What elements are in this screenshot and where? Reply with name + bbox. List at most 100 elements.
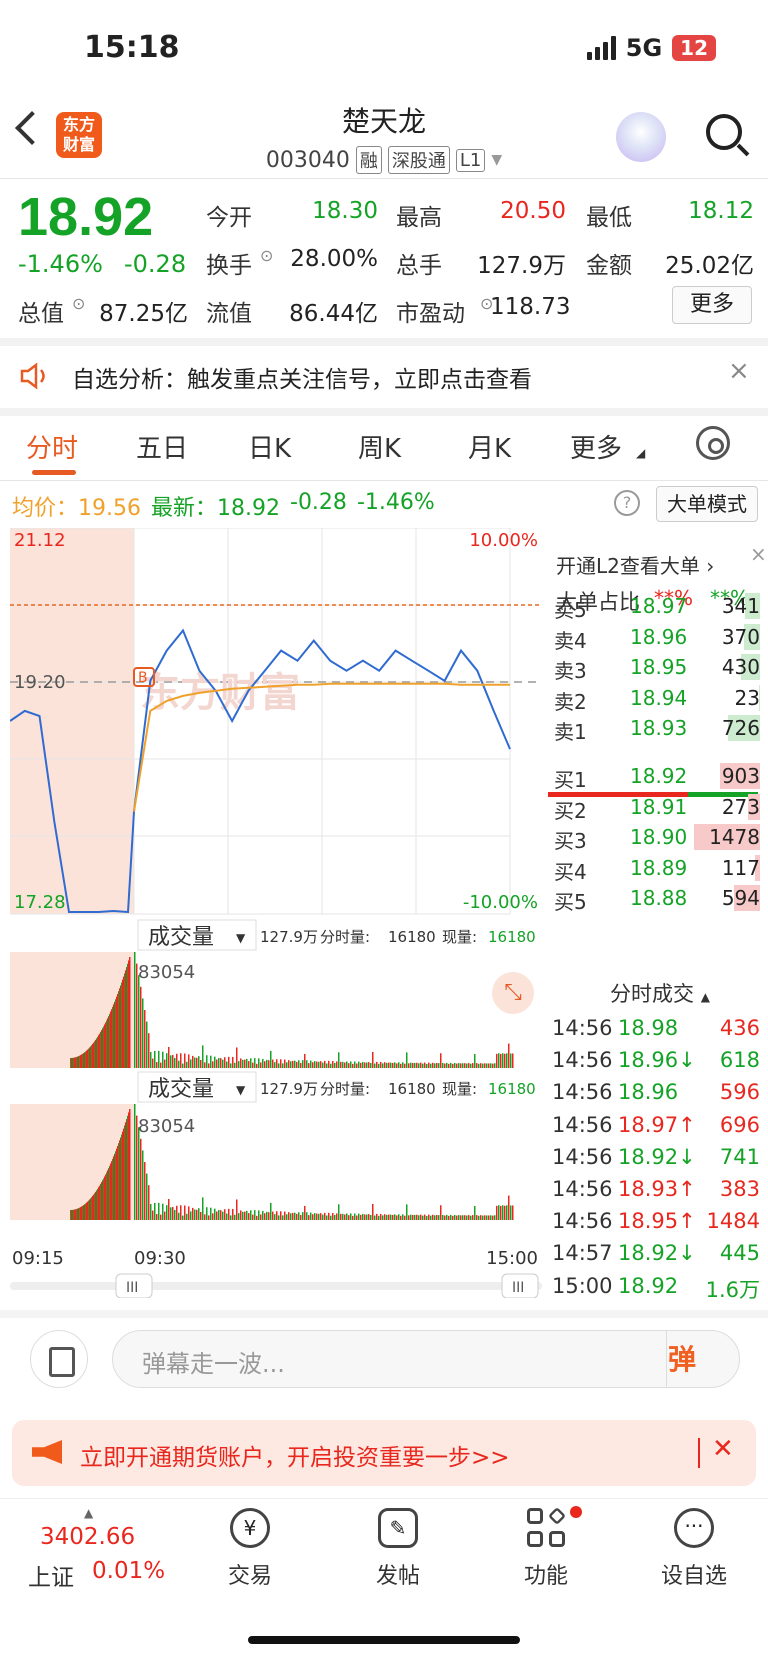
- volume-bar: [428, 1062, 430, 1068]
- index-name[interactable]: 上证: [28, 1558, 74, 1592]
- ask-row[interactable]: 卖2 18.94 23: [544, 682, 760, 714]
- volume-bar: [142, 1150, 144, 1220]
- bid-row[interactable]: 买5 18.88 594: [544, 882, 760, 914]
- grid-icon: [527, 1506, 567, 1548]
- close-icon[interactable]: ×: [728, 356, 750, 386]
- speaker-icon: [20, 362, 45, 390]
- info-icon[interactable]: ⊙: [72, 294, 85, 313]
- volume-bar: [314, 1061, 316, 1068]
- volume-bar: [244, 1059, 246, 1068]
- volume-bar: [134, 952, 136, 1068]
- bid-row[interactable]: 买2 18.91 273: [544, 791, 760, 823]
- volume-bar: [330, 1215, 332, 1220]
- nav-post[interactable]: ✎ 发帖: [338, 1508, 458, 1590]
- bid-label: 买3: [554, 829, 587, 853]
- volume-bar: [144, 1010, 146, 1068]
- tab-daily[interactable]: 日K: [248, 428, 291, 465]
- ad-text[interactable]: 立即开通期货账户，开启投资重要一步>>: [80, 1438, 510, 1472]
- volume-bar: [436, 1214, 438, 1220]
- gear-icon[interactable]: [696, 426, 730, 460]
- tab-timeshare[interactable]: 分时: [26, 428, 78, 465]
- volume-bar: [152, 1058, 154, 1068]
- ask-row[interactable]: 卖1 18.93 726: [544, 712, 760, 744]
- ask-row[interactable]: 卖4 18.96 370: [544, 621, 760, 653]
- ask-row[interactable]: 卖5 18.97 341: [544, 590, 760, 622]
- volume-bar: [510, 1205, 512, 1220]
- volume-bar: [156, 1062, 158, 1068]
- divider: [0, 1498, 768, 1499]
- minute-vol-value-2: 16180: [388, 1080, 436, 1098]
- volume-bar: [272, 1211, 274, 1220]
- volume-bar: [226, 1061, 228, 1068]
- volume-bar: [406, 1052, 408, 1068]
- tab-monthly[interactable]: 月K: [468, 428, 511, 465]
- volume-bar: [164, 1059, 166, 1068]
- close-icon[interactable]: ×: [750, 542, 767, 566]
- notice-text[interactable]: 自选分析：触发重点关注信号，立即点击查看: [72, 360, 532, 394]
- volume-bar: [228, 1056, 230, 1068]
- tab-5day[interactable]: 五日: [136, 428, 188, 465]
- tick-price: 18.92↓: [618, 1144, 696, 1169]
- volume-selector-label: 成交量: [148, 925, 214, 950]
- tab-more[interactable]: 更多: [570, 428, 622, 465]
- tag-level: L1: [455, 148, 486, 172]
- more-button[interactable]: 更多: [672, 286, 752, 324]
- volume-bar: [398, 1062, 400, 1068]
- volume-bar: [328, 1212, 330, 1220]
- volume-bar: [294, 1060, 296, 1068]
- volume-bar: [220, 1058, 222, 1068]
- volume-bar: [268, 1212, 270, 1220]
- ticks-title[interactable]: 分时成交 ▲: [610, 978, 710, 1008]
- volume-bar: [432, 1214, 434, 1220]
- volume-bar: [458, 1215, 460, 1220]
- volume-bar: [346, 1061, 348, 1068]
- volume-bar: [372, 1051, 374, 1068]
- latest-change-pct: -1.46%: [356, 490, 435, 515]
- tick-time: 14:56: [552, 1112, 613, 1137]
- bid-row[interactable]: 买1 18.92 903: [544, 760, 760, 792]
- bid-row[interactable]: 买4 18.89 117: [544, 852, 760, 884]
- nav-watchlist[interactable]: ··· 设自选: [634, 1508, 754, 1590]
- ask-label: 卖3: [554, 659, 587, 683]
- volume-bar: [274, 1062, 276, 1068]
- volume-bar: [306, 1060, 308, 1068]
- minute-vol-value: 16180: [388, 928, 436, 946]
- amount-value: 25.02亿: [665, 253, 754, 279]
- l2-link[interactable]: 开通L2查看大单 ›: [556, 550, 714, 579]
- volume-bar: [306, 1212, 308, 1220]
- volume-bar: [234, 1214, 236, 1220]
- volume-bar: [344, 1062, 346, 1068]
- home-indicator: [248, 1636, 520, 1644]
- volume-bar: [129, 957, 131, 1068]
- index-value[interactable]: 3402.66: [40, 1524, 135, 1550]
- robot-avatar[interactable]: [616, 112, 666, 162]
- ask-row[interactable]: 卖3 18.95 430: [544, 651, 760, 683]
- float-cap-label: 流值: [206, 301, 252, 327]
- danmu-button[interactable]: 弹: [668, 1338, 696, 1378]
- ask-volume: 726: [721, 716, 760, 740]
- volume-bar: [256, 1063, 258, 1068]
- timeshare-chart[interactable]: 东方财富 B 21.12 19.20 17.28 10.00% -10.00% …: [10, 528, 542, 1298]
- volume-bar: [498, 1053, 500, 1068]
- nav-trade[interactable]: ¥ 交易: [190, 1508, 310, 1590]
- close-icon[interactable]: ✕: [712, 1434, 734, 1464]
- network-label: 5G: [625, 34, 663, 62]
- help-icon[interactable]: ?: [614, 490, 640, 516]
- nav-functions[interactable]: 功能: [486, 1506, 606, 1590]
- volume-bar: [166, 1205, 168, 1220]
- tick-volume: 741: [719, 1144, 760, 1169]
- volume-bar: [188, 1054, 190, 1068]
- volume-bar: [390, 1062, 392, 1068]
- index-change[interactable]: 0.01%: [92, 1558, 165, 1584]
- volume-bar: [474, 1205, 476, 1220]
- volume-bar: [246, 1210, 248, 1220]
- document-icon[interactable]: [30, 1330, 88, 1388]
- x-tick-start: 09:15: [12, 1248, 64, 1269]
- search-icon[interactable]: [706, 114, 742, 150]
- tab-weekly[interactable]: 周K: [358, 428, 401, 465]
- trade-tick-row: 14:56 18.96 596: [544, 1076, 760, 1110]
- bid-row[interactable]: 买3 18.90 1478: [544, 821, 760, 853]
- tab-underline: [32, 470, 76, 475]
- expand-icon[interactable]: ⤡: [492, 972, 534, 1014]
- big-order-mode-button[interactable]: 大单模式: [656, 486, 758, 522]
